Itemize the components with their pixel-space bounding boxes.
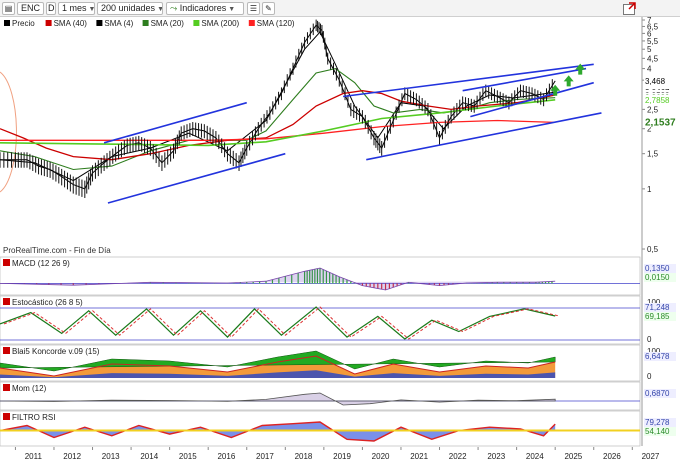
panel-value-0-0: 0,1350 — [645, 264, 670, 273]
panel-title-4: FILTRO RSI — [12, 413, 55, 422]
price-tick-label: 2,5 — [647, 105, 659, 114]
x-label-5: 2016 — [217, 452, 235, 461]
x-label-2: 2013 — [102, 452, 120, 461]
legend-label-3: SMA (20) — [151, 19, 185, 28]
interval-selector[interactable]: 1 mes ▼ — [58, 2, 95, 15]
options-icon[interactable]: ☰ — [247, 2, 260, 15]
drawing-tools-icon[interactable]: ✎ — [262, 2, 275, 15]
price-tick-label: 4 — [647, 65, 652, 74]
interval-label: 1 mes — [62, 3, 87, 13]
panel-frame — [0, 295, 641, 345]
x-label-15: 2026 — [603, 452, 621, 461]
time-axis: 2011 2012 2013 2014 2015 2016 2017 2018 2019 2020… — [0, 447, 680, 463]
panel-momentum: Mom (12) 0,6870 — [0, 381, 676, 411]
panel-value-1-1: 69,185 — [645, 312, 670, 321]
panel-value-3-0: 0,6870 — [645, 389, 670, 398]
panel-icon — [3, 259, 10, 266]
panel-value-4-1: 54,140 — [645, 427, 670, 436]
panel-value-0-1: 0,0150 — [645, 273, 670, 282]
x-label-0: 2011 — [25, 452, 43, 461]
price-tick-label: 1,5 — [647, 150, 659, 159]
price-tick-label: 4,5 — [647, 54, 659, 63]
units-selector[interactable]: 200 unidades▼ — [97, 2, 163, 15]
price-label-4: 2,7858 — [645, 96, 670, 105]
panel-tick-1-1: 0 — [647, 335, 652, 344]
legend-swatch-1 — [45, 20, 52, 26]
panel-koncorde: Blai5 Koncorde v.09 (15) 10006,6478 — [0, 344, 676, 382]
panel-title-1: Estocástico (26 8 5) — [12, 298, 83, 307]
legend-label-4: SMA (200) — [201, 19, 239, 28]
panel-icon — [3, 347, 10, 354]
price-tick-label: 5 — [647, 45, 652, 54]
panel-macd: MACD (12 26 9) 0,13500,0150 — [0, 256, 676, 296]
units-label: 200 unidades — [101, 3, 156, 13]
panel-title-2: Blai5 Koncorde v.09 (15) — [12, 347, 100, 356]
legend-swatch-3 — [142, 20, 149, 26]
x-label-14: 2025 — [564, 452, 582, 461]
price-tick-label: 1 — [647, 185, 652, 194]
popup-window-icon[interactable] — [622, 1, 637, 16]
indicators-label: Indicadores — [179, 3, 227, 13]
period-code-button[interactable]: D — [46, 2, 56, 15]
panel-tick-2-1: 0 — [647, 372, 652, 381]
panel-icon — [3, 298, 10, 305]
legend-label-0: Precio — [12, 19, 35, 28]
symbol-label: ENC — [21, 3, 41, 13]
legend-swatch-0 — [4, 20, 10, 26]
panel-icon — [3, 384, 10, 391]
legend-swatch-4 — [193, 20, 200, 26]
indicators-button[interactable]: ⤳ Indicadores ▼ — [166, 2, 244, 15]
x-label-12: 2023 — [487, 452, 505, 461]
watermark: ProRealTime.com - Fin de Día — [3, 246, 111, 255]
price-panel: Precio SMA (40) SMA (4) SMA (20) SMA (200) SM… — [0, 17, 680, 446]
legend-label-2: SMA (4) — [104, 19, 133, 28]
legend-label-5: SMA (120) — [257, 19, 295, 28]
panel-title-0: MACD (12 26 9) — [12, 259, 70, 268]
x-label-16: 2027 — [642, 452, 660, 461]
legend-swatch-2 — [96, 20, 103, 26]
x-label-7: 2018 — [295, 452, 313, 461]
x-label-1: 2012 — [63, 452, 81, 461]
x-label-13: 2024 — [526, 452, 544, 461]
panel-value-2-0: 6,6478 — [645, 352, 670, 361]
indicators-icon: ⤳ — [170, 3, 178, 13]
price-label-5: 2,1537 — [645, 117, 676, 128]
indicator-panels: MACD (12 26 9) 0,13500,0150 Estocástico (2… — [0, 256, 676, 447]
x-label-11: 2022 — [449, 452, 467, 461]
x-label-9: 2020 — [372, 452, 390, 461]
x-label-3: 2014 — [140, 452, 158, 461]
chart-area: Precio SMA (40) SMA (4) SMA (20) SMA (200) SM… — [0, 17, 680, 463]
x-label-4: 2015 — [179, 452, 197, 461]
x-label-6: 2017 — [256, 452, 274, 461]
panel-stochastic: Estocástico (26 8 5) 100071,24869,185 — [0, 295, 676, 345]
chart-type-icon[interactable]: ▤ — [2, 2, 15, 15]
toolbar: ▤ ENC▼ D 1 mes▼ 200 unidades▼ ⤳ Indicado… — [0, 0, 680, 17]
price-tick-label: 0,5 — [647, 245, 659, 254]
panel-value-4-0: 79,278 — [645, 418, 670, 427]
panel-title-3: Mom (12) — [12, 384, 47, 393]
legend-swatch-5 — [248, 20, 255, 26]
symbol-selector[interactable]: ENC▼ — [17, 2, 44, 15]
price-label-0: 3,468 — [645, 77, 666, 86]
panel-rsi: FILTRO RSI 79,27854,140 — [0, 410, 676, 447]
price-panel-bg — [0, 17, 680, 257]
panel-value-1-0: 71,248 — [645, 303, 670, 312]
x-label-8: 2019 — [333, 452, 351, 461]
x-label-10: 2021 — [410, 452, 428, 461]
legend-label-1: SMA (40) — [54, 19, 88, 28]
panel-icon — [3, 413, 10, 420]
